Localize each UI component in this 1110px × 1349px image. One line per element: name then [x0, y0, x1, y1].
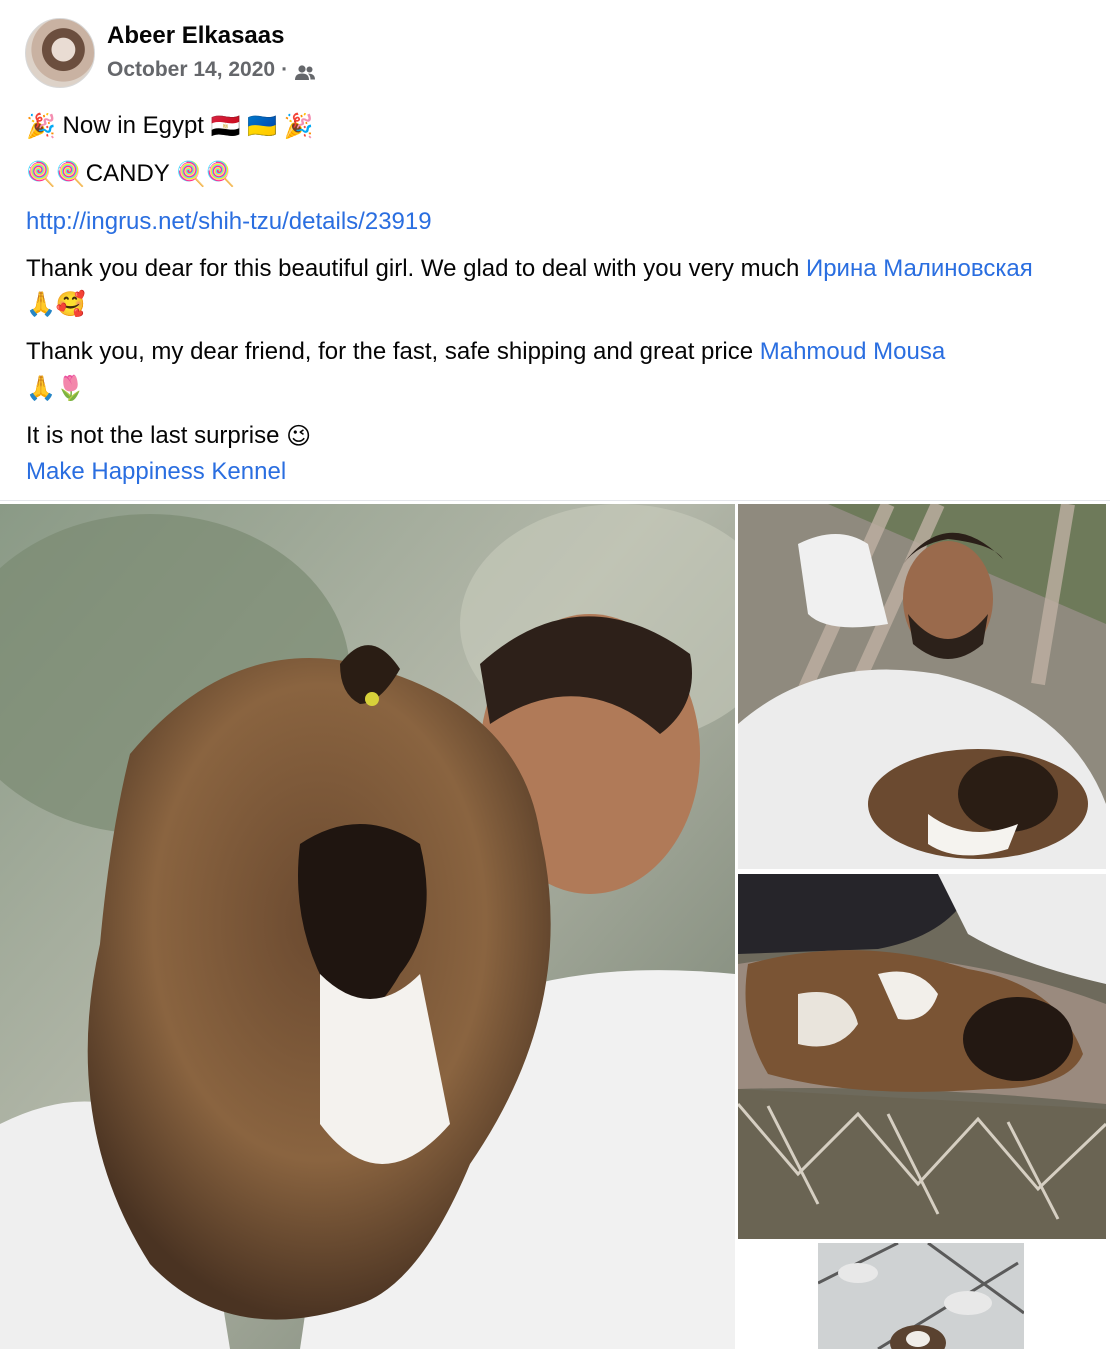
post-date[interactable]: October 14, 2020 [107, 55, 275, 85]
line-candy: 🍭🍭CANDY 🍭🍭 [26, 156, 1086, 192]
mention-mahmoud[interactable]: Mahmoud Mousa [760, 338, 945, 365]
post-meta: October 14, 2020 · [107, 55, 316, 85]
mention-irina[interactable]: Ирина Малиновская [806, 255, 1033, 282]
pray-smile-emoji: 🙏🥰 [26, 291, 86, 319]
author-avatar[interactable] [25, 18, 95, 88]
facebook-post: Abeer Elkasaas October 14, 2020 · 🎉 Now … [0, 0, 1110, 1349]
line-kennel: Make Happiness Kennel [26, 454, 1086, 489]
photo-grid [0, 500, 1110, 1349]
friends-icon[interactable] [294, 61, 316, 80]
lollipop-emoji-after: 🍭🍭 [176, 161, 236, 189]
line-surprise: It is not the last surprise 😉 [26, 418, 1086, 454]
thanks-irina-text: Thank you dear for this beautiful girl. … [26, 255, 806, 283]
photo-puppy-sleeping-in-hammock[interactable] [738, 874, 1106, 1239]
meta-separator: · [281, 58, 289, 81]
post-text: 🎉 Now in Egypt 🇪🇬 🇺🇦 🎉 🍭🍭CANDY 🍭🍭 http:/… [26, 108, 1086, 489]
now-in-egypt-text: Now in Egypt [55, 112, 211, 139]
line-url: http://ingrus.net/shih-tzu/details/23919 [26, 204, 1086, 239]
photo-puppy-on-tiles[interactable] [818, 1243, 1024, 1349]
line-thanks-irina: Thank you dear for this beautiful girl. … [26, 251, 1086, 322]
author-block: Abeer Elkasaas October 14, 2020 · [107, 21, 316, 85]
photo-man-in-hammock-with-puppy[interactable] [738, 504, 1106, 869]
pray-tulip-emoji: 🙏🌷 [26, 374, 86, 402]
ingrus-link[interactable]: http://ingrus.net/shih-tzu/details/23919 [26, 208, 432, 235]
lollipop-emoji-before: 🍭🍭 [26, 161, 86, 189]
line-now-in-egypt: 🎉 Now in Egypt 🇪🇬 🇺🇦 🎉 [26, 108, 1086, 144]
candy-text: CANDY [85, 160, 177, 188]
author-name[interactable]: Abeer Elkasaas [107, 21, 316, 51]
wink-emoji: 😉 [286, 422, 312, 450]
surprise-text: It is not the last surprise [26, 421, 287, 449]
kennel-link[interactable]: Make Happiness Kennel [26, 458, 286, 485]
flags-emoji: 🇪🇬 🇺🇦 🎉 [210, 113, 314, 141]
photo-man-holding-shih-tzu[interactable] [0, 504, 735, 1349]
thanks-mahmoud-text: Thank you, my dear friend, for the fast,… [26, 338, 760, 366]
line-thanks-mahmoud: Thank you, my dear friend, for the fast,… [26, 334, 1086, 405]
party-emoji: 🎉 [26, 113, 56, 141]
post-header: Abeer Elkasaas October 14, 2020 · [25, 18, 316, 88]
